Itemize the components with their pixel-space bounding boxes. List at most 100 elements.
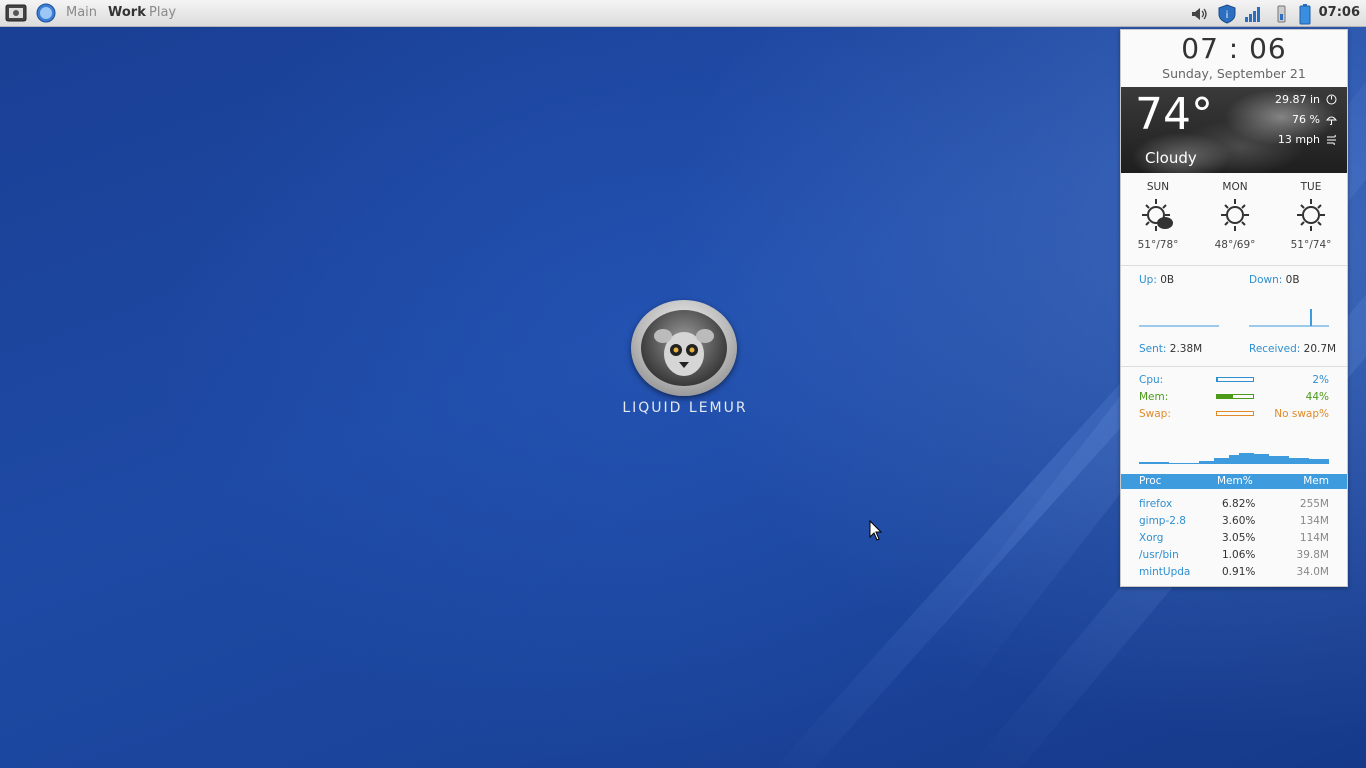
- compass-icon: [36, 3, 56, 23]
- volume-icon: [1192, 8, 1207, 20]
- process-mem: 34.0M: [1296, 566, 1329, 578]
- current-temperature: 74°: [1135, 89, 1213, 140]
- widget-clock: 07 : 06: [1181, 32, 1287, 65]
- process-mempct: 3.60%: [1222, 515, 1256, 527]
- received-value: 20.7M: [1303, 343, 1337, 355]
- process-mem: 114M: [1299, 532, 1329, 544]
- panel-clock[interactable]: 07:06: [1319, 5, 1360, 20]
- download-value: 0B: [1285, 274, 1300, 286]
- wind-value: 13 mph: [1277, 133, 1320, 146]
- distro-logo: LIQUID LEMUR: [596, 300, 774, 420]
- download-label: Down:: [1249, 274, 1283, 286]
- umbrella-icon: [1326, 116, 1337, 125]
- svg-text:i: i: [1226, 10, 1229, 21]
- volume-button[interactable]: [1188, 4, 1210, 24]
- mem-bar: [1216, 394, 1254, 399]
- swap-label: Swap:: [1139, 408, 1171, 420]
- forecast-day-name: MON: [1222, 181, 1248, 193]
- device-button[interactable]: [1271, 4, 1291, 24]
- workspace-play[interactable]: Play: [149, 5, 176, 20]
- pressure-icon: [1326, 94, 1337, 105]
- forecast-tue: TUE 51°/74°: [1281, 181, 1341, 251]
- shield-icon: i: [1218, 4, 1236, 24]
- download-graph: [1249, 309, 1329, 327]
- network-button[interactable]: [1242, 4, 1264, 24]
- sun-icon: [1221, 199, 1249, 231]
- workspace-work[interactable]: Work: [108, 5, 146, 20]
- logo-badge: [631, 300, 737, 396]
- pressure-value: 29.87 in: [1274, 93, 1320, 106]
- divider: [1121, 265, 1347, 266]
- forecast-sun: SUN 51°/78°: [1128, 181, 1188, 251]
- header-proc: Proc: [1139, 475, 1162, 487]
- cpu-bar: [1216, 377, 1254, 382]
- weather-current: 74° Cloudy 29.87 in 76 % 13 mph: [1121, 87, 1347, 173]
- forecast-temps: 51°/74°: [1290, 239, 1332, 251]
- forecast-temps: 51°/78°: [1137, 239, 1179, 251]
- lemur-picture: [641, 310, 727, 386]
- battery-button[interactable]: [1296, 4, 1314, 25]
- divider: [1121, 366, 1347, 367]
- process-mempct: 0.91%: [1222, 566, 1256, 578]
- app-menu-button[interactable]: [5, 3, 27, 23]
- mem-label: Mem:: [1139, 391, 1169, 403]
- forecast-mon: MON 48°/69°: [1205, 181, 1265, 251]
- humidity-row: 76 %: [1292, 113, 1337, 126]
- mem-bar-fill: [1217, 395, 1233, 398]
- process-mempct: 1.06%: [1222, 549, 1256, 561]
- upload-value: 0B: [1160, 274, 1175, 286]
- sun-cloud-icon: [1142, 199, 1173, 231]
- forecast-temps: 48°/69°: [1214, 239, 1256, 251]
- download-speed: Down: 0B: [1249, 274, 1300, 286]
- mouse-cursor-icon: [869, 520, 883, 541]
- wind-row: 13 mph: [1278, 133, 1337, 146]
- header-mempct: Mem%: [1217, 475, 1253, 487]
- process-mempct: 3.05%: [1222, 532, 1256, 544]
- battery-icon: [1299, 4, 1311, 25]
- upload-label: Up:: [1139, 274, 1157, 286]
- top-panel: Main Work Play i 07:06: [0, 0, 1366, 27]
- process-mem: 255M: [1299, 498, 1329, 510]
- sun-icon: [1297, 199, 1325, 231]
- network-signal-icon: [1245, 7, 1260, 22]
- desktop-widget: 07 : 06 Sunday, September 21 74° Cloudy …: [1120, 29, 1348, 587]
- process-mem: 39.8M: [1296, 549, 1329, 561]
- process-name: gimp-2.8: [1139, 515, 1186, 527]
- cpu-percent: 2%: [1312, 374, 1329, 386]
- mem-percent: 44%: [1305, 391, 1329, 403]
- process-row: /usr/bin 1.06% 39.8M: [1121, 549, 1347, 566]
- upload-graph: [1139, 325, 1219, 327]
- usb-device-icon: [1277, 5, 1286, 23]
- current-condition: Cloudy: [1145, 149, 1197, 167]
- upload-speed: Up: 0B: [1139, 274, 1174, 286]
- swap-percent: No swap%: [1274, 408, 1329, 420]
- forecast-day-name: TUE: [1300, 181, 1322, 193]
- header-mem: Mem: [1303, 475, 1329, 487]
- sent-label: Sent:: [1139, 343, 1167, 355]
- process-name: firefox: [1139, 498, 1173, 510]
- logo-text: LIQUID LEMUR: [622, 400, 748, 416]
- forecast-day-name: SUN: [1146, 181, 1170, 193]
- swap-bar: [1216, 411, 1254, 416]
- process-mempct: 6.82%: [1222, 498, 1256, 510]
- workspace-main[interactable]: Main: [66, 5, 97, 20]
- process-row: firefox 6.82% 255M: [1121, 498, 1347, 515]
- received-label: Received:: [1249, 343, 1301, 355]
- process-name: mintUpda: [1139, 566, 1191, 578]
- widget-date: Sunday, September 21: [1162, 66, 1306, 81]
- wind-icon: [1327, 134, 1336, 145]
- cpu-bar-fill: [1217, 378, 1218, 381]
- sent-total: Sent: 2.38M: [1139, 343, 1202, 355]
- process-name: /usr/bin: [1139, 549, 1179, 561]
- humidity-value: 76 %: [1292, 113, 1320, 126]
- security-button[interactable]: i: [1216, 4, 1238, 24]
- browser-launcher[interactable]: [35, 3, 57, 23]
- process-mem: 134M: [1299, 515, 1329, 527]
- process-row: gimp-2.8 3.60% 134M: [1121, 515, 1347, 532]
- sent-value: 2.38M: [1169, 343, 1203, 355]
- process-table-header: Proc Mem% Mem: [1121, 474, 1347, 489]
- process-row: Xorg 3.05% 114M: [1121, 532, 1347, 549]
- cpu-history-graph: [1139, 453, 1329, 464]
- process-row: mintUpda 0.91% 34.0M: [1121, 566, 1347, 583]
- received-total: Received: 20.7M: [1249, 343, 1336, 355]
